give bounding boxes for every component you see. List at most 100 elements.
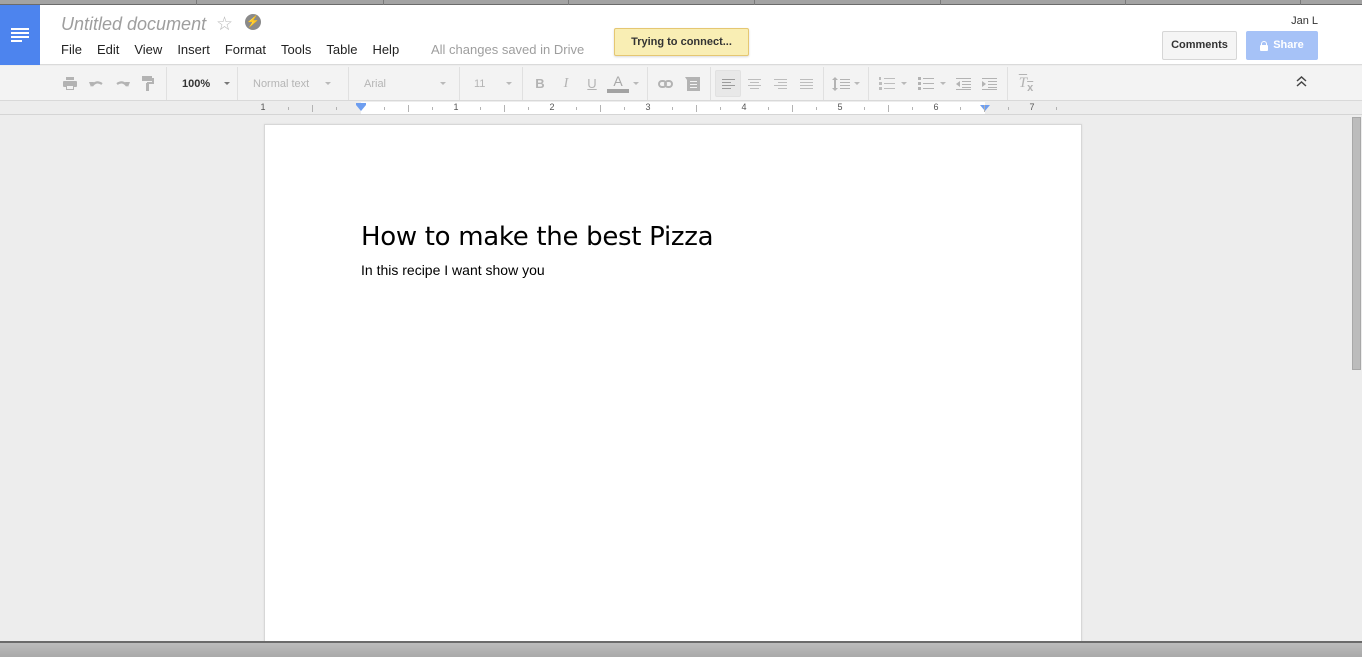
bulleted-list-icon [918,77,934,90]
numbered-list-button[interactable] [876,66,910,101]
redo-button[interactable] [112,66,132,101]
menu-help[interactable]: Help [366,41,405,58]
toolbar-divider [237,67,238,100]
font-family-value: Arial [364,77,387,90]
undo-button[interactable] [86,66,106,101]
ruler-label: 1 [453,102,459,112]
zoom-select[interactable]: 100% [182,66,232,101]
menu-bar: File Edit View Insert Format Tools Table… [55,41,408,58]
chevron-down-icon [901,82,907,85]
comment-icon [684,76,700,91]
comments-button[interactable]: Comments [1162,31,1237,60]
collapse-toolbar-button[interactable] [1296,74,1307,90]
toolbar-divider [459,67,460,100]
print-icon [63,77,77,90]
align-center-button[interactable] [744,66,764,101]
left-indent-marker[interactable] [356,105,366,111]
paragraph-style-select[interactable]: Normal text [253,66,337,101]
share-button[interactable]: Share [1246,31,1318,60]
font-size-value: 11 [474,77,486,90]
underline-button[interactable]: U [584,66,600,101]
zoom-value: 100% [182,77,211,90]
align-left-button[interactable] [715,70,741,97]
ruler-tick [480,107,481,110]
line-spacing-button[interactable] [830,66,862,101]
right-indent-marker[interactable] [980,105,990,111]
decrease-indent-button[interactable] [953,66,973,101]
menu-table[interactable]: Table [320,41,363,58]
ruler-tick [888,105,889,112]
document-body-text[interactable]: In this recipe I want show you [361,262,545,278]
numbered-list-icon [879,77,895,90]
toolbar-divider [868,67,869,100]
document-title[interactable]: Untitled document [61,14,206,35]
star-icon[interactable]: ☆ [216,13,233,36]
font-family-select[interactable]: Arial [364,66,446,101]
align-right-button[interactable] [770,66,790,101]
clear-formatting-button[interactable]: Tx [1015,66,1037,101]
insert-link-button[interactable] [654,66,676,101]
increase-indent-button[interactable] [979,66,999,101]
redo-icon [115,81,130,87]
align-right-icon [773,77,787,91]
offline-status-icon[interactable]: ⚡ [245,14,261,30]
window-bottom-bar [0,641,1362,657]
text-color-icon: A [613,73,623,89]
ruler-label: 5 [837,102,843,112]
scrollbar-thumb[interactable] [1352,117,1361,370]
decrease-indent-icon [955,77,971,90]
font-size-select[interactable]: 11 [474,66,512,101]
ruler-tick [600,105,601,112]
ruler-label: 4 [741,102,747,112]
text-color-button[interactable]: A [606,66,630,101]
justify-icon [799,77,813,91]
document-heading[interactable]: How to make the best Pizza [361,222,714,252]
document-canvas: How to make the best Pizza In this recip… [0,116,1350,641]
menu-format[interactable]: Format [219,41,272,58]
chevron-down-icon [440,82,446,85]
toolbar-divider [522,67,523,100]
align-center-icon [747,77,761,91]
menu-file[interactable]: File [55,41,88,58]
chevron-down-icon [633,82,639,85]
chevron-down-icon [325,82,332,85]
ruler-tick [504,105,505,112]
paragraph-style-value: Normal text [253,77,310,90]
insert-comment-button[interactable] [681,66,703,101]
italic-button[interactable]: I [558,66,574,101]
justify-button[interactable] [796,66,816,101]
ruler-label: 2 [549,102,555,112]
print-button[interactable] [60,66,80,101]
undo-icon [88,81,103,87]
ruler-tick [816,107,817,110]
ruler-tick [576,107,577,110]
ruler-tick [312,105,313,112]
double-chevron-up-icon [1296,75,1307,87]
chevron-down-icon [940,82,946,85]
bulleted-list-button[interactable] [915,66,949,101]
ruler-tick [792,105,793,112]
ruler-tick [1056,107,1057,110]
lock-icon [1260,40,1269,51]
paint-format-button[interactable] [138,66,158,101]
connection-status-toast: Trying to connect... [614,28,749,56]
ruler-label: 3 [645,102,651,112]
ruler-tick [720,107,721,110]
chevron-down-icon [854,82,860,85]
toolbar-divider [823,67,824,100]
ruler-tick [408,105,409,112]
menu-view[interactable]: View [128,41,168,58]
text-color-dropdown[interactable] [632,66,640,101]
vertical-scrollbar[interactable] [1350,116,1362,641]
ruler-tick [768,107,769,110]
ruler-tick [912,107,913,110]
menu-edit[interactable]: Edit [91,41,125,58]
user-account-name[interactable]: Jan L [1291,15,1318,27]
document-page[interactable]: How to make the best Pizza In this recip… [264,124,1082,641]
docs-home-button[interactable] [0,5,40,65]
save-status[interactable]: All changes saved in Drive [431,42,584,57]
toolbar-divider [710,67,711,100]
menu-tools[interactable]: Tools [275,41,317,58]
menu-insert[interactable]: Insert [171,41,216,58]
bold-button[interactable]: B [532,66,548,101]
